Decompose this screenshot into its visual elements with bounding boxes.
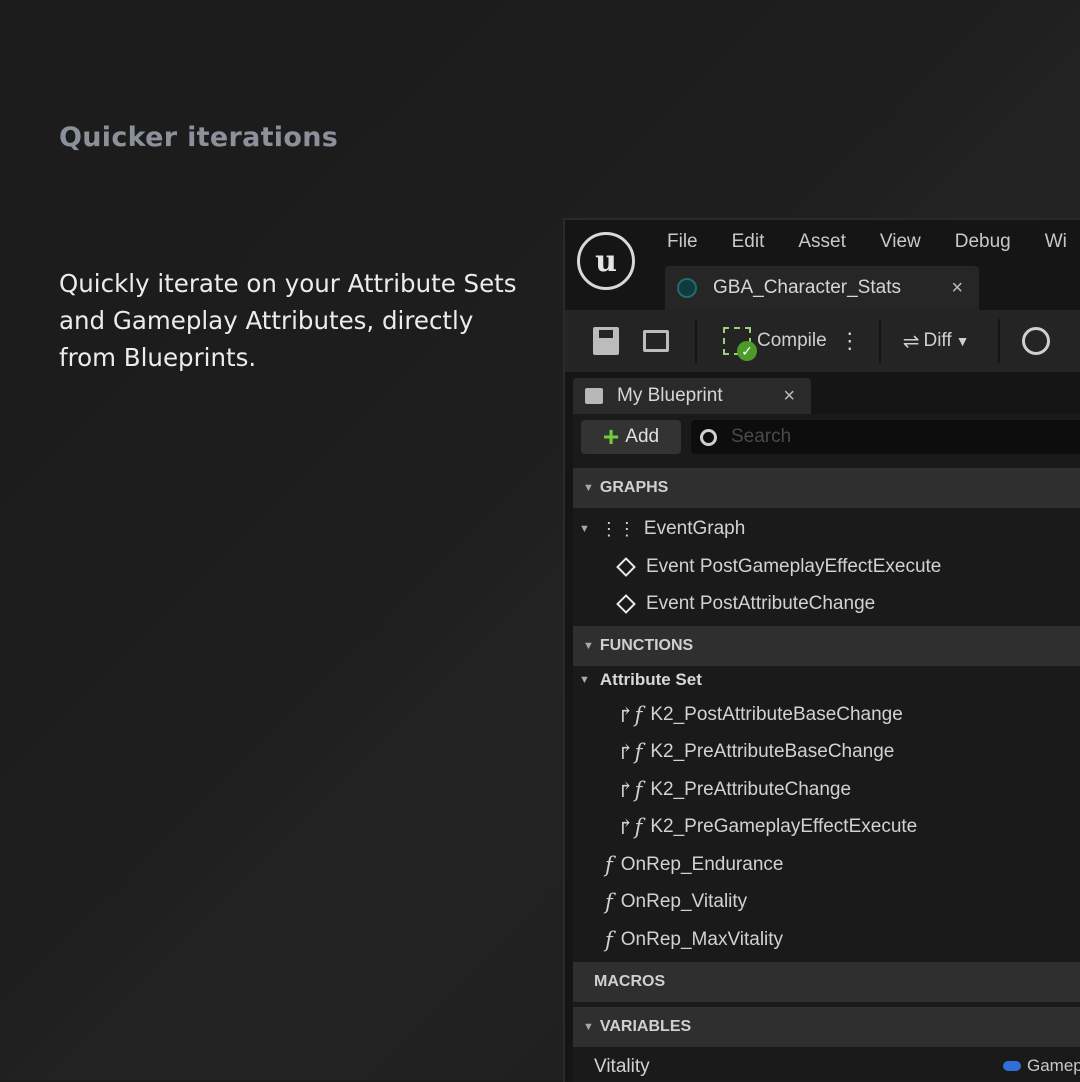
category-label: Attribute Set [599, 670, 702, 689]
feature-description: Quickly iterate on your Attribute Sets a… [59, 269, 517, 372]
event-icon [616, 594, 636, 614]
my-blueprint-panel: + Add ▼ GRAPHS ▼ ⋮⋮ EventGraph Event Pos… [573, 414, 1080, 1082]
function-label: OnRep_Endurance [620, 854, 784, 875]
function-label: OnRep_MaxVitality [620, 929, 784, 950]
function-label: OnRep_Vitality [620, 891, 748, 912]
graphs-section-label: GRAPHS [599, 479, 669, 496]
chevron-down-icon: ▼ [955, 333, 970, 349]
variables-section-label: VARIABLES [599, 1018, 692, 1035]
override-function-item[interactable]: ↱f K2_PostAttributeBaseChange [617, 703, 903, 727]
add-label: Add [625, 426, 660, 447]
compile-success-icon [723, 327, 757, 361]
event-icon [616, 557, 636, 577]
override-function-item[interactable]: ↱f K2_PreAttributeBaseChange [617, 740, 894, 764]
unreal-editor-window: u File Edit Asset View Debug Wi GBA_Char… [563, 218, 1080, 1082]
function-label: K2_PostAttributeBaseChange [650, 704, 903, 725]
expand-arrow-icon: ▼ [579, 523, 590, 535]
plus-icon: + [602, 421, 620, 452]
compile-label: Compile [757, 330, 827, 351]
my-blueprint-tab[interactable]: My Blueprint × [573, 378, 811, 414]
menu-window[interactable]: Wi [1045, 229, 1067, 255]
expand-arrow-icon: ▼ [579, 674, 590, 686]
asset-tab-title: GBA_Character_Stats [713, 277, 901, 298]
search-box[interactable] [691, 420, 1080, 454]
variable-type-pill[interactable]: Gamep [1003, 1056, 1080, 1076]
functions-section-label: FUNCTIONS [599, 637, 694, 654]
panel-tab-title: My Blueprint [617, 385, 723, 406]
add-button[interactable]: + Add [581, 420, 681, 454]
close-panel-icon[interactable]: × [783, 385, 795, 408]
variable-label: Vitality [594, 1056, 650, 1077]
blueprint-book-icon [585, 388, 603, 404]
struct-pin-icon [1003, 1061, 1021, 1071]
function-icon: f [605, 928, 613, 952]
compile-button[interactable]: Compile [697, 327, 827, 361]
menu-asset[interactable]: Asset [798, 229, 846, 255]
unreal-logo-icon[interactable]: u [577, 232, 635, 290]
diff-icon: ⇌ [902, 330, 920, 353]
menu-file[interactable]: File [667, 229, 698, 255]
collapse-arrow-icon: ▼ [583, 482, 594, 494]
collapse-arrow-icon: ▼ [583, 1021, 594, 1033]
menu-debug[interactable]: Debug [955, 229, 1011, 255]
function-label: K2_PreAttributeBaseChange [650, 741, 895, 762]
menu-view[interactable]: View [880, 229, 921, 255]
close-tab-icon[interactable]: × [951, 277, 963, 300]
save-icon[interactable] [593, 327, 619, 355]
function-item[interactable]: f OnRep_MaxVitality [605, 928, 783, 952]
find-in-blueprint-icon[interactable] [1021, 327, 1050, 355]
diff-label: Diff [923, 330, 952, 351]
function-item[interactable]: f OnRep_Endurance [605, 853, 783, 877]
functions-section-header[interactable]: ▼ FUNCTIONS [573, 626, 1080, 666]
macros-section-label: MACROS [594, 973, 666, 990]
variables-section-header[interactable]: ▼ VARIABLES [573, 1007, 1080, 1047]
diff-button[interactable]: ⇌ Diff ▼ [881, 329, 998, 354]
compile-options-icon[interactable]: ⋮ [839, 328, 861, 354]
toolbar-divider [997, 319, 1000, 363]
override-function-item[interactable]: ↱f K2_PreGameplayEffectExecute [617, 815, 917, 839]
browse-folder-icon[interactable] [643, 330, 669, 352]
function-item[interactable]: f OnRep_Vitality [605, 890, 747, 914]
override-function-item[interactable]: ↱f K2_PreAttributeChange [617, 778, 851, 802]
search-input[interactable] [729, 425, 1033, 449]
function-category[interactable]: ▼ Attribute Set [579, 670, 702, 690]
macros-section-header[interactable]: MACROS [573, 962, 1080, 1002]
override-function-icon: ↱f [617, 815, 643, 839]
menu-edit[interactable]: Edit [732, 229, 765, 255]
event-graph-item[interactable]: ▼ ⋮⋮ EventGraph [579, 518, 745, 540]
override-function-icon: ↱f [617, 703, 643, 727]
attribute-set-asset-icon [677, 278, 697, 298]
event-graph-label: EventGraph [643, 518, 746, 539]
event-label: Event PostGameplayEffectExecute [646, 556, 942, 577]
graph-icon: ⋮⋮ [599, 518, 636, 539]
override-function-icon: ↱f [617, 740, 643, 764]
graphs-section-header[interactable]: ▼ GRAPHS [573, 468, 1080, 508]
section-heading: Quicker iterations [59, 122, 339, 153]
function-label: K2_PreGameplayEffectExecute [650, 816, 918, 837]
event-label: Event PostAttributeChange [646, 593, 876, 614]
search-icon [700, 428, 717, 446]
function-label: K2_PreAttributeChange [650, 779, 852, 800]
variable-item[interactable]: Vitality [594, 1056, 650, 1078]
override-function-icon: ↱f [617, 778, 643, 802]
function-icon: f [605, 853, 613, 877]
asset-tab[interactable]: GBA_Character_Stats × [665, 266, 979, 310]
event-item[interactable]: Event PostAttributeChange [616, 593, 876, 615]
collapse-arrow-icon: ▼ [583, 640, 594, 652]
variable-type-label: Gamep [1027, 1056, 1080, 1075]
toolbar: Compile ⋮ ⇌ Diff ▼ [565, 310, 1080, 372]
menu-bar: File Edit Asset View Debug Wi [667, 229, 1080, 255]
function-icon: f [605, 890, 613, 914]
event-item[interactable]: Event PostGameplayEffectExecute [616, 556, 942, 578]
